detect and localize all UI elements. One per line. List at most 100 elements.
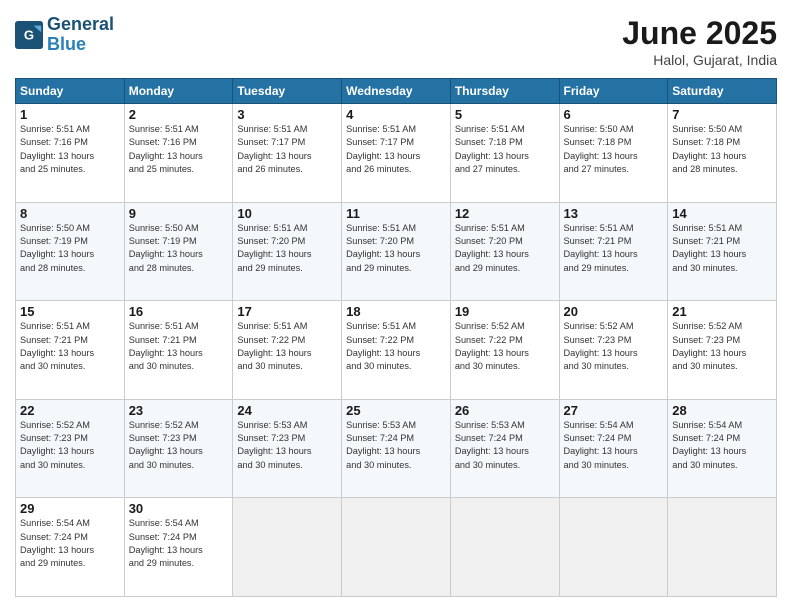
page: G General Blue June 2025 Halol, Gujarat,… [0, 0, 792, 612]
day-number: 20 [564, 304, 664, 319]
day-number: 12 [455, 206, 555, 221]
table-row: 4Sunrise: 5:51 AMSunset: 7:17 PMDaylight… [342, 104, 451, 203]
day-info: Sunrise: 5:52 AMSunset: 7:23 PMDaylight:… [672, 320, 772, 373]
table-row: 19Sunrise: 5:52 AMSunset: 7:22 PMDayligh… [450, 301, 559, 400]
day-number: 7 [672, 107, 772, 122]
table-row: 3Sunrise: 5:51 AMSunset: 7:17 PMDaylight… [233, 104, 342, 203]
logo-line2: Blue [47, 35, 114, 55]
day-number: 3 [237, 107, 337, 122]
day-info: Sunrise: 5:51 AMSunset: 7:22 PMDaylight:… [346, 320, 446, 373]
day-info: Sunrise: 5:51 AMSunset: 7:20 PMDaylight:… [346, 222, 446, 275]
col-header-tuesday: Tuesday [233, 79, 342, 104]
day-info: Sunrise: 5:52 AMSunset: 7:22 PMDaylight:… [455, 320, 555, 373]
logo: G General Blue [15, 15, 114, 55]
header: G General Blue June 2025 Halol, Gujarat,… [15, 15, 777, 68]
table-row: 15Sunrise: 5:51 AMSunset: 7:21 PMDayligh… [16, 301, 125, 400]
day-number: 23 [129, 403, 229, 418]
table-row: 23Sunrise: 5:52 AMSunset: 7:23 PMDayligh… [124, 399, 233, 498]
table-row: 7Sunrise: 5:50 AMSunset: 7:18 PMDaylight… [668, 104, 777, 203]
table-row: 10Sunrise: 5:51 AMSunset: 7:20 PMDayligh… [233, 202, 342, 301]
day-number: 13 [564, 206, 664, 221]
table-row: 22Sunrise: 5:52 AMSunset: 7:23 PMDayligh… [16, 399, 125, 498]
day-number: 25 [346, 403, 446, 418]
table-row [450, 498, 559, 597]
table-row: 25Sunrise: 5:53 AMSunset: 7:24 PMDayligh… [342, 399, 451, 498]
table-row [342, 498, 451, 597]
table-row: 29Sunrise: 5:54 AMSunset: 7:24 PMDayligh… [16, 498, 125, 597]
day-info: Sunrise: 5:54 AMSunset: 7:24 PMDaylight:… [20, 517, 120, 570]
day-info: Sunrise: 5:54 AMSunset: 7:24 PMDaylight:… [672, 419, 772, 472]
day-info: Sunrise: 5:51 AMSunset: 7:21 PMDaylight:… [672, 222, 772, 275]
day-info: Sunrise: 5:50 AMSunset: 7:19 PMDaylight:… [20, 222, 120, 275]
day-number: 9 [129, 206, 229, 221]
day-number: 10 [237, 206, 337, 221]
title-block: June 2025 Halol, Gujarat, India [622, 15, 777, 68]
day-info: Sunrise: 5:51 AMSunset: 7:17 PMDaylight:… [237, 123, 337, 176]
table-row [233, 498, 342, 597]
table-row: 17Sunrise: 5:51 AMSunset: 7:22 PMDayligh… [233, 301, 342, 400]
table-row: 1Sunrise: 5:51 AMSunset: 7:16 PMDaylight… [16, 104, 125, 203]
table-row [559, 498, 668, 597]
svg-text:G: G [24, 27, 34, 42]
table-row: 24Sunrise: 5:53 AMSunset: 7:23 PMDayligh… [233, 399, 342, 498]
day-number: 2 [129, 107, 229, 122]
calendar-table: SundayMondayTuesdayWednesdayThursdayFrid… [15, 78, 777, 597]
day-number: 24 [237, 403, 337, 418]
day-number: 14 [672, 206, 772, 221]
day-info: Sunrise: 5:52 AMSunset: 7:23 PMDaylight:… [129, 419, 229, 472]
day-number: 27 [564, 403, 664, 418]
day-number: 6 [564, 107, 664, 122]
day-info: Sunrise: 5:53 AMSunset: 7:23 PMDaylight:… [237, 419, 337, 472]
day-info: Sunrise: 5:51 AMSunset: 7:21 PMDaylight:… [129, 320, 229, 373]
table-row: 5Sunrise: 5:51 AMSunset: 7:18 PMDaylight… [450, 104, 559, 203]
day-number: 18 [346, 304, 446, 319]
day-number: 17 [237, 304, 337, 319]
table-row: 30Sunrise: 5:54 AMSunset: 7:24 PMDayligh… [124, 498, 233, 597]
table-row [668, 498, 777, 597]
col-header-monday: Monday [124, 79, 233, 104]
table-row: 2Sunrise: 5:51 AMSunset: 7:16 PMDaylight… [124, 104, 233, 203]
col-header-sunday: Sunday [16, 79, 125, 104]
day-number: 15 [20, 304, 120, 319]
table-row: 12Sunrise: 5:51 AMSunset: 7:20 PMDayligh… [450, 202, 559, 301]
day-number: 21 [672, 304, 772, 319]
day-info: Sunrise: 5:51 AMSunset: 7:16 PMDaylight:… [129, 123, 229, 176]
logo-line1: General [47, 15, 114, 35]
day-info: Sunrise: 5:51 AMSunset: 7:17 PMDaylight:… [346, 123, 446, 176]
table-row: 28Sunrise: 5:54 AMSunset: 7:24 PMDayligh… [668, 399, 777, 498]
month-title: June 2025 [622, 15, 777, 52]
day-info: Sunrise: 5:53 AMSunset: 7:24 PMDaylight:… [346, 419, 446, 472]
day-info: Sunrise: 5:51 AMSunset: 7:22 PMDaylight:… [237, 320, 337, 373]
day-info: Sunrise: 5:51 AMSunset: 7:20 PMDaylight:… [455, 222, 555, 275]
location: Halol, Gujarat, India [622, 52, 777, 68]
table-row: 6Sunrise: 5:50 AMSunset: 7:18 PMDaylight… [559, 104, 668, 203]
logo-icon: G [15, 21, 43, 49]
table-row: 8Sunrise: 5:50 AMSunset: 7:19 PMDaylight… [16, 202, 125, 301]
day-info: Sunrise: 5:54 AMSunset: 7:24 PMDaylight:… [129, 517, 229, 570]
col-header-saturday: Saturday [668, 79, 777, 104]
day-info: Sunrise: 5:50 AMSunset: 7:18 PMDaylight:… [672, 123, 772, 176]
table-row: 14Sunrise: 5:51 AMSunset: 7:21 PMDayligh… [668, 202, 777, 301]
table-row: 20Sunrise: 5:52 AMSunset: 7:23 PMDayligh… [559, 301, 668, 400]
day-number: 16 [129, 304, 229, 319]
day-number: 11 [346, 206, 446, 221]
day-info: Sunrise: 5:50 AMSunset: 7:18 PMDaylight:… [564, 123, 664, 176]
day-number: 30 [129, 501, 229, 516]
col-header-wednesday: Wednesday [342, 79, 451, 104]
day-number: 29 [20, 501, 120, 516]
table-row: 21Sunrise: 5:52 AMSunset: 7:23 PMDayligh… [668, 301, 777, 400]
col-header-thursday: Thursday [450, 79, 559, 104]
day-info: Sunrise: 5:54 AMSunset: 7:24 PMDaylight:… [564, 419, 664, 472]
day-number: 19 [455, 304, 555, 319]
day-info: Sunrise: 5:52 AMSunset: 7:23 PMDaylight:… [564, 320, 664, 373]
day-info: Sunrise: 5:50 AMSunset: 7:19 PMDaylight:… [129, 222, 229, 275]
day-number: 28 [672, 403, 772, 418]
table-row: 18Sunrise: 5:51 AMSunset: 7:22 PMDayligh… [342, 301, 451, 400]
table-row: 26Sunrise: 5:53 AMSunset: 7:24 PMDayligh… [450, 399, 559, 498]
table-row: 16Sunrise: 5:51 AMSunset: 7:21 PMDayligh… [124, 301, 233, 400]
day-info: Sunrise: 5:51 AMSunset: 7:21 PMDaylight:… [20, 320, 120, 373]
day-info: Sunrise: 5:51 AMSunset: 7:21 PMDaylight:… [564, 222, 664, 275]
day-info: Sunrise: 5:51 AMSunset: 7:18 PMDaylight:… [455, 123, 555, 176]
day-info: Sunrise: 5:51 AMSunset: 7:16 PMDaylight:… [20, 123, 120, 176]
col-header-friday: Friday [559, 79, 668, 104]
